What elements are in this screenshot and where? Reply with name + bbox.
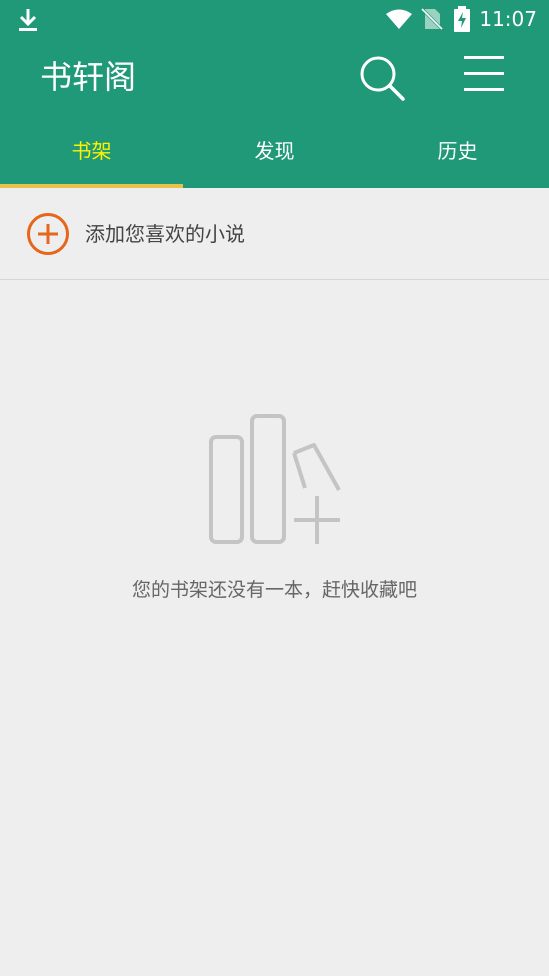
download-icon bbox=[19, 9, 37, 31]
search-icon[interactable] bbox=[356, 52, 408, 104]
empty-bookshelf-icon bbox=[209, 414, 341, 544]
tab-bar: 书架 发现 历史 bbox=[0, 118, 549, 188]
empty-state-message: 您的书架还没有一本，赶快收藏吧 bbox=[131, 579, 417, 601]
add-novel-label: 添加您喜欢的小说 bbox=[85, 222, 245, 246]
app-title: 书轩阁 bbox=[40, 58, 137, 96]
menu-icon[interactable] bbox=[460, 52, 510, 98]
no-sim-icon bbox=[420, 7, 445, 31]
tab-label: 书架 bbox=[71, 139, 112, 163]
add-novel-row[interactable]: 添加您喜欢的小说 bbox=[0, 188, 549, 280]
wifi-icon bbox=[386, 9, 413, 29]
tab-bookshelf[interactable]: 书架 bbox=[0, 118, 183, 188]
status-right: 11:07 bbox=[385, 6, 537, 32]
battery-charging-icon bbox=[454, 6, 471, 32]
add-circle-icon bbox=[27, 213, 69, 255]
tab-history[interactable]: 历史 bbox=[366, 118, 549, 188]
top-bar: 11:07 书轩阁 书架 发现 历史 bbox=[0, 0, 549, 188]
tab-label: 发现 bbox=[254, 139, 295, 163]
app-bar: 书轩阁 bbox=[0, 38, 549, 118]
status-bar: 11:07 bbox=[0, 0, 549, 38]
status-time: 11:07 bbox=[479, 7, 537, 31]
tab-discover[interactable]: 发现 bbox=[183, 118, 366, 188]
tab-label: 历史 bbox=[437, 139, 478, 163]
